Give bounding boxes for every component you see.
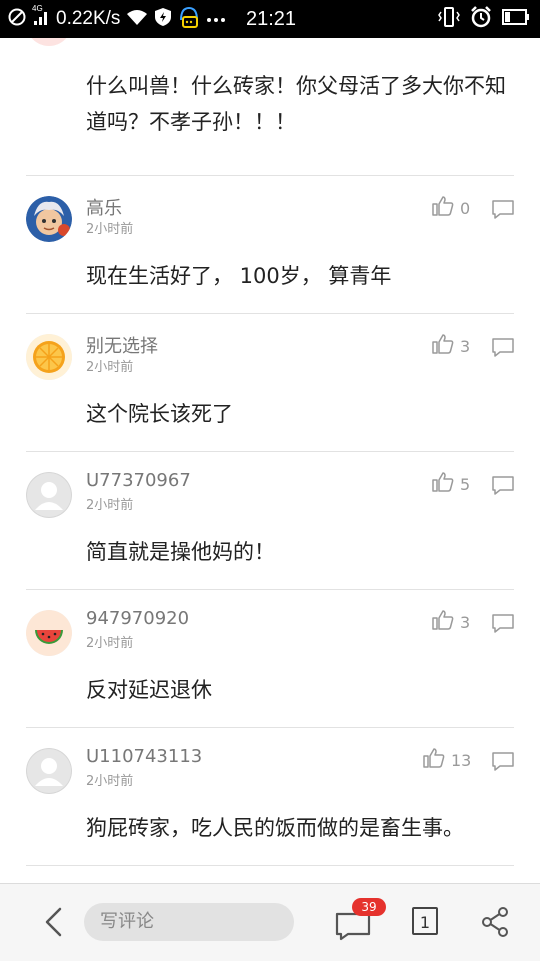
more-notifications-icon bbox=[206, 10, 226, 28]
comment-time: 2小时前 bbox=[86, 360, 134, 375]
thumbs-up-icon bbox=[432, 610, 454, 634]
divider bbox=[26, 865, 514, 866]
like-button[interactable]: 13 bbox=[423, 748, 471, 772]
comment-item[interactable]: U77370967 2小时前 5 简直就是操他妈的！ bbox=[0, 452, 540, 590]
vibrate-icon bbox=[438, 6, 460, 32]
like-button[interactable]: 3 bbox=[432, 334, 470, 358]
like-count: 3 bbox=[460, 612, 471, 632]
share-icon bbox=[482, 907, 508, 937]
username[interactable]: U110743113 bbox=[86, 746, 202, 767]
like-button[interactable]: 3 bbox=[432, 610, 470, 634]
reply-icon[interactable] bbox=[491, 199, 515, 223]
comment-item[interactable]: U110743113 2小时前 13 狗屁砖家，吃人民的饭而做的是畜生事。 bbox=[0, 728, 540, 866]
assistant-icon bbox=[178, 6, 200, 33]
comment-input[interactable]: 写评论 bbox=[84, 903, 294, 941]
reply-icon[interactable] bbox=[491, 475, 515, 499]
like-count: 0 bbox=[460, 198, 471, 218]
alarm-icon bbox=[470, 5, 492, 33]
battery-icon bbox=[502, 8, 530, 30]
no-disturb-icon bbox=[8, 8, 26, 31]
thumbs-up-icon bbox=[432, 196, 454, 220]
like-count: 5 bbox=[460, 474, 471, 494]
chevron-left-icon bbox=[45, 907, 62, 937]
watermelon-avatar[interactable] bbox=[26, 610, 72, 656]
thumbs-up-icon bbox=[432, 334, 454, 358]
clock: 21:21 bbox=[246, 8, 297, 30]
share-button[interactable] bbox=[480, 906, 510, 938]
network-speed: 0.22K/s bbox=[56, 8, 121, 29]
reply-icon[interactable] bbox=[491, 751, 515, 775]
default-avatar[interactable] bbox=[26, 748, 72, 794]
comment-count-badge: 39 bbox=[352, 898, 386, 916]
comment-text: 狗屁砖家，吃人民的饭而做的是畜生事。 bbox=[86, 816, 464, 840]
bottom-toolbar: 写评论 bbox=[0, 883, 540, 961]
comment-time: 2小时前 bbox=[86, 636, 134, 651]
comment-text: 这个院长该死了 bbox=[86, 402, 233, 426]
default-avatar[interactable] bbox=[26, 472, 72, 518]
comment-text: 现在生活好了， 100岁， 算青年 bbox=[86, 264, 392, 288]
like-button[interactable]: 0 bbox=[432, 196, 470, 220]
username[interactable]: 别无选择 bbox=[86, 332, 158, 358]
username[interactable]: 高乐 bbox=[86, 194, 122, 220]
reply-icon[interactable] bbox=[491, 337, 515, 361]
wifi-icon bbox=[126, 8, 148, 31]
network-type: 4G bbox=[32, 3, 43, 13]
back-button[interactable] bbox=[40, 906, 68, 938]
thumbs-up-icon bbox=[432, 472, 454, 496]
page-counter-button[interactable]: 1 bbox=[412, 907, 438, 935]
comment-time: 2小时前 bbox=[86, 774, 134, 789]
comment-list: 翔哥 2小时前 3 什么叫兽！什么砖家！你父母活了多大你不知道吗？不孝子孙！！！ bbox=[0, 0, 540, 883]
thumbs-up-icon bbox=[423, 748, 445, 772]
orange-avatar[interactable] bbox=[26, 334, 72, 380]
signal-icon: 4G bbox=[32, 4, 50, 31]
comment-item[interactable]: 947970920 2小时前 3 反对延迟退休 bbox=[0, 590, 540, 728]
comment-item[interactable]: 高乐 2小时前 0 现在生活好了， 100岁， 算青年 bbox=[0, 176, 540, 314]
comment-time: 2小时前 bbox=[86, 498, 134, 513]
comment-time: 2小时前 bbox=[86, 222, 134, 237]
comment-text: 简直就是操他妈的！ bbox=[86, 540, 275, 564]
like-count: 3 bbox=[460, 336, 471, 356]
status-bar: 4G 0.22K/s 21:21 bbox=[0, 0, 540, 38]
username[interactable]: U77370967 bbox=[86, 470, 191, 491]
like-button[interactable]: 5 bbox=[432, 472, 470, 496]
shield-icon bbox=[154, 7, 172, 32]
game-character-avatar[interactable] bbox=[26, 196, 72, 242]
comment-item[interactable]: 别无选择 2小时前 3 这个院长该死了 bbox=[0, 314, 540, 452]
comment-text: 什么叫兽！什么砖家！你父母活了多大你不知道吗？不孝子孙！！！ bbox=[86, 74, 506, 134]
like-count: 13 bbox=[451, 750, 472, 770]
reply-icon[interactable] bbox=[491, 613, 515, 637]
username[interactable]: 947970920 bbox=[86, 608, 189, 629]
comment-text: 反对延迟退休 bbox=[86, 678, 212, 702]
